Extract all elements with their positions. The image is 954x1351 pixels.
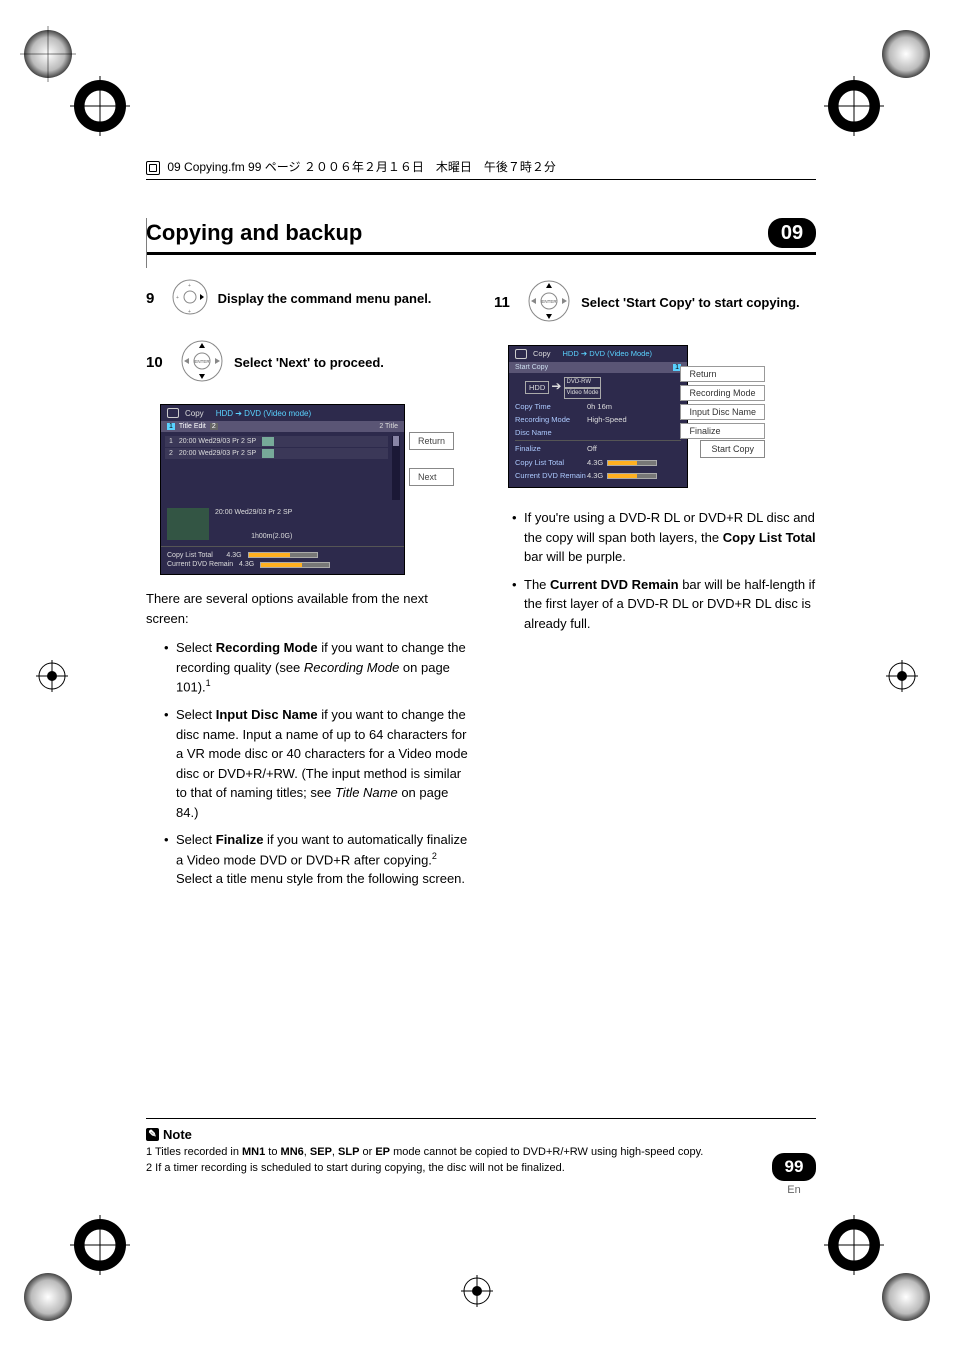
print-mark-lc: [36, 660, 68, 692]
options-intro: There are several options available from…: [146, 589, 468, 628]
note-icon: ✎: [146, 1128, 159, 1141]
svg-text:+: +: [188, 309, 191, 315]
list-item: 2 20:00 Wed29/03 Pr 2 SP: [165, 448, 388, 459]
ss1-total-val: 4.3G: [226, 552, 241, 559]
note-label: ✎ Note: [146, 1127, 192, 1142]
tv-icon: [515, 349, 527, 359]
page-title: Copying and backup: [146, 220, 768, 246]
step-9-text: Display the command menu panel.: [218, 291, 432, 306]
return-option[interactable]: Return: [680, 366, 765, 382]
ss2-side-options: Return Recording Mode Input Disc Name Fi…: [680, 366, 765, 439]
ss2-tab-start-copy: Start Copy: [509, 362, 554, 373]
gutter-line: [146, 218, 147, 268]
ss1-tab-title-edit: Title Edit 2: [161, 421, 224, 432]
print-mark-rc: [886, 660, 918, 692]
page-number-value: 99: [772, 1153, 816, 1181]
thumbnail-icon: [262, 449, 274, 458]
svg-text:ENTER: ENTER: [195, 359, 211, 364]
print-mark-bl: [20, 1215, 130, 1325]
page-header: Copying and backup 09: [146, 218, 816, 255]
note-section: ✎ Note 1 Titles recorded in MN1 to MN6, …: [146, 1118, 816, 1176]
svg-text:+: +: [176, 295, 179, 301]
list-item: Select Finalize if you want to automatic…: [164, 830, 468, 889]
svg-text:ENTER: ENTER: [542, 299, 558, 304]
step-number: 11: [494, 294, 510, 311]
input-disc-name-option[interactable]: Input Disc Name: [680, 404, 765, 420]
progress-bar-icon: [260, 562, 330, 568]
list-item: The Current DVD Remain bar will be half-…: [512, 575, 816, 634]
step-9: 9 + + + Display the command menu panel.: [146, 277, 468, 323]
svg-text:+: +: [188, 283, 191, 289]
note-2: 2 If a timer recording is scheduled to s…: [146, 1161, 816, 1176]
list-item: Select Recording Mode if you want to cha…: [164, 638, 468, 697]
list-item: If you're using a DVD-R DL or DVD+R DL d…: [512, 508, 816, 567]
recording-mode-option[interactable]: Recording Mode: [680, 385, 765, 401]
ss1-preview-line1: 20:00 Wed29/03 Pr 2 SP: [215, 508, 292, 518]
ss1-remain-label: Current DVD Remain: [167, 561, 233, 568]
step-10: 10 ENTER Select 'Next' to proceed.: [146, 337, 468, 391]
ss1-title-list: 1 20:00 Wed29/03 Pr 2 SP 2 20:00 Wed29/0…: [165, 436, 388, 500]
finalize-option[interactable]: Finalize: [680, 423, 765, 439]
print-mark-tr: [824, 26, 934, 136]
return-button[interactable]: Return: [409, 432, 454, 450]
ss2-hdd-label: HDD: [525, 381, 549, 394]
ss1-copy-label: Copy: [185, 409, 204, 418]
progress-bar-icon: [607, 460, 657, 466]
note-1: 1 Titles recorded in MN1 to MN6, SEP, SL…: [146, 1145, 816, 1160]
print-mark-tl: [20, 26, 130, 136]
ss2-vmode-label: Video Mode: [564, 388, 602, 399]
print-mark-br: [824, 1215, 934, 1325]
copy-title-edit-screenshot: Copy HDD ➔ DVD (Video mode) Title Edit 2…: [160, 404, 405, 575]
scrollbar-icon: [392, 436, 400, 500]
print-mark-bc: [461, 1275, 493, 1307]
start-copy-screenshot: Copy HDD ➔ DVD (Video Mode) Start Copy 1…: [508, 345, 688, 489]
list-item: 1 20:00 Wed29/03 Pr 2 SP: [165, 436, 388, 447]
right-bullets: If you're using a DVD-R DL or DVD+R DL d…: [512, 508, 816, 633]
ss1-sub: HDD ➔ DVD (Video mode): [216, 409, 311, 418]
page-lang: En: [772, 1184, 816, 1196]
ss1-tab-title: 2 Title: [373, 421, 404, 432]
enter-remote-icon: ENTER: [525, 277, 573, 331]
step-10-text: Select 'Next' to proceed.: [234, 355, 384, 370]
step-number: 9: [146, 290, 154, 307]
progress-bar-icon: [248, 552, 318, 558]
ss2-dvd-label: DVD-RW: [564, 377, 602, 388]
ss1-preview-line2: 1h00m(2.0G): [215, 532, 292, 542]
thumbnail-icon: [262, 437, 274, 446]
ss1-remain-val: 4.3G: [239, 561, 254, 568]
left-column: 9 + + + Display the command menu panel. 10…: [146, 277, 468, 897]
step-number: 10: [146, 354, 163, 371]
ss1-total-label: Copy List Total: [167, 552, 213, 559]
list-item: Select Input Disc Name if you want to ch…: [164, 705, 468, 822]
running-head: 09 Copying.fm 99 ページ ２００６年２月１６日 木曜日 午後７時…: [146, 158, 816, 180]
chapter-badge: 09: [768, 218, 816, 248]
tv-icon: [167, 408, 179, 418]
ss2-sub: HDD ➔ DVD (Video Mode): [563, 349, 653, 358]
preview-thumbnail: [167, 508, 209, 540]
step-11-text: Select 'Start Copy' to start copying.: [581, 295, 800, 310]
enter-remote-icon: ENTER: [178, 337, 226, 391]
ss2-copy-label: Copy: [533, 349, 551, 358]
options-list: Select Recording Mode if you want to cha…: [164, 638, 468, 889]
right-column: 11 ENTER Select 'Start Copy' to start co…: [494, 277, 816, 897]
next-button[interactable]: Next: [409, 468, 454, 486]
progress-bar-icon: [607, 473, 657, 479]
step-11: 11 ENTER Select 'Start Copy' to start co…: [494, 277, 816, 331]
right-arrow-remote-icon: + + +: [170, 277, 210, 323]
start-copy-button[interactable]: Start Copy: [700, 440, 765, 458]
page-number: 99 En: [772, 1153, 816, 1196]
arrow-right-icon: ➔: [551, 379, 561, 393]
running-head-text: 09 Copying.fm 99 ページ ２００６年２月１６日 木曜日 午後７時…: [167, 160, 556, 174]
